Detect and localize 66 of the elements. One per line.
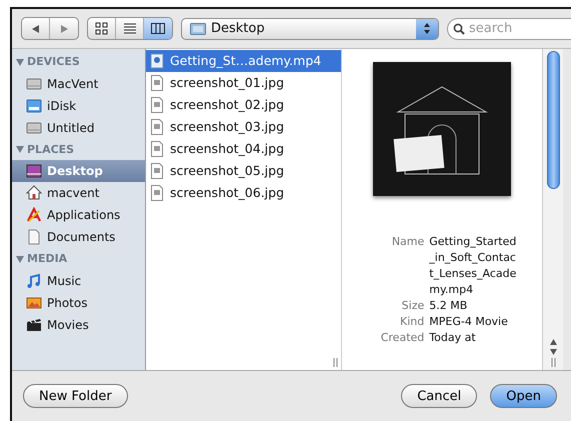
info-label: Kind [399, 314, 424, 330]
image-file-icon [150, 75, 164, 91]
info-label: Created [380, 330, 424, 346]
info-label: Size [400, 298, 424, 314]
location-popup[interactable]: Desktop [181, 18, 439, 40]
folder-icon [190, 22, 206, 35]
sidebar-item[interactable]: iDisk [12, 94, 145, 116]
icon-grid-icon [94, 22, 108, 35]
updown-arrows-icon [423, 22, 431, 35]
file-row[interactable]: screenshot_05.jpg [146, 160, 341, 182]
file-row[interactable]: screenshot_06.jpg [146, 182, 341, 204]
location-label: Desktop [211, 20, 265, 38]
video-thumbnail-icon [373, 62, 511, 196]
section-heading: DEVICES [27, 54, 80, 70]
disclosure-triangle-icon[interactable] [16, 58, 24, 66]
image-file-icon [150, 141, 164, 157]
sidebar-item[interactable]: Untitled [12, 116, 145, 138]
scroll-up-icon[interactable] [548, 338, 558, 346]
search-field[interactable]: search [447, 18, 571, 40]
scroll-bar[interactable] [542, 49, 563, 370]
movie-file-icon [150, 53, 164, 69]
sidebar-item[interactable]: macvent [12, 182, 145, 204]
column-resize-handle-icon[interactable] [550, 358, 556, 367]
image-file-icon [150, 185, 164, 201]
sidebar-item[interactable]: Photos [12, 292, 145, 314]
desktop-icon [26, 163, 42, 179]
file-row[interactable]: screenshot_02.jpg [146, 94, 341, 116]
document-icon [26, 229, 42, 245]
image-file-icon [150, 163, 164, 179]
back-arrow-icon [30, 24, 40, 34]
photo-icon [26, 294, 42, 310]
sidebar-item[interactable]: Documents [12, 226, 145, 248]
disclosure-triangle-icon[interactable] [16, 146, 24, 154]
disclosure-triangle-icon[interactable] [16, 256, 24, 263]
view-button[interactable] [144, 18, 172, 39]
pencil-ruler-icon [26, 207, 42, 223]
list-lines-icon [122, 22, 136, 35]
info-value: MPEG-4 Movie [429, 314, 509, 330]
section-heading: PLACES [27, 142, 74, 158]
music-note-icon [26, 272, 42, 288]
search-icon [453, 22, 465, 34]
image-file-icon [150, 119, 164, 135]
file-row[interactable]: screenshot_04.jpg [146, 138, 341, 160]
forward-arrow-icon [59, 24, 69, 34]
file-row[interactable]: screenshot_03.jpg [146, 116, 341, 138]
file-row[interactable]: screenshot_01.jpg [146, 72, 341, 94]
sidebar-item[interactable]: Applications [12, 204, 145, 226]
info-value: Getting_Started_in_Soft_Contact_Lenses_Academy.mp4 [429, 234, 518, 298]
info-label: Name [390, 234, 424, 250]
house-icon [26, 185, 42, 201]
scroll-down-icon[interactable] [548, 348, 558, 356]
clapperboard-icon [26, 316, 42, 332]
sidebar-item[interactable]: Music [12, 270, 145, 292]
dialog-button[interactable]: Cancel [401, 384, 478, 408]
dialog-button[interactable]: New Folder [23, 384, 128, 408]
image-file-icon [150, 97, 164, 113]
sidebar-item[interactable]: MacVent [12, 72, 145, 94]
dialog-button[interactable]: Open [490, 384, 557, 408]
section-heading: MEDIA [27, 251, 68, 267]
sidebar-item[interactable]: Movies [12, 314, 145, 336]
columns-icon [151, 22, 165, 35]
column-resize-handle-icon[interactable] [333, 358, 338, 367]
info-value: Today at [429, 330, 477, 346]
file-row[interactable]: Getting_St…ademy.mp4 [146, 50, 341, 72]
info-value: 5.2 MB [429, 298, 468, 314]
scroll-thumb[interactable] [546, 51, 560, 189]
